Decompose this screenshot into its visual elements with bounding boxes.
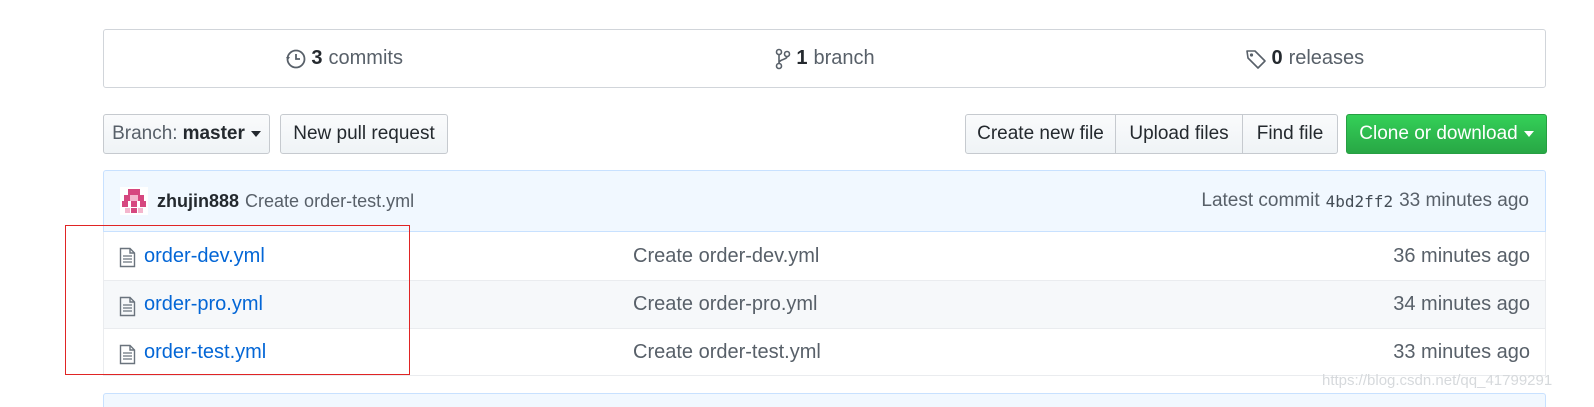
branch-label: branch: [813, 47, 875, 69]
file-age: 33 minutes ago: [1393, 341, 1530, 363]
branches-summary-link[interactable]: 1 branch: [584, 47, 1064, 70]
file-commit-message-link[interactable]: Create order-dev.yml: [633, 245, 819, 268]
caret-down-icon: [250, 131, 261, 137]
releases-label: releases: [1288, 47, 1365, 69]
file-commit-message-link[interactable]: Create order-test.yml: [633, 341, 821, 364]
file-list: order-dev.yml Create order-dev.yml 36 mi…: [103, 232, 1546, 376]
file-row: order-pro.yml Create order-pro.yml 34 mi…: [104, 280, 1545, 328]
find-file-button[interactable]: Find file: [1243, 114, 1338, 154]
file-age: 36 minutes ago: [1393, 244, 1530, 267]
latest-commit-prefix: Latest commit: [1201, 190, 1320, 211]
new-pull-request-button[interactable]: New pull request: [280, 114, 448, 154]
commits-label: commits: [328, 47, 403, 69]
file-row: order-dev.yml Create order-dev.yml 36 mi…: [104, 232, 1545, 280]
commit-sha-link[interactable]: 4bd2ff2: [1326, 192, 1393, 211]
history-icon: [286, 49, 306, 68]
watermark-text: https://blog.csdn.net/qq_41799291: [1322, 372, 1553, 389]
file-name-link[interactable]: order-dev.yml: [144, 245, 265, 268]
file-name-link[interactable]: order-test.yml: [144, 341, 266, 364]
file-age: 34 minutes ago: [1393, 293, 1530, 315]
avatar[interactable]: [120, 187, 148, 215]
file-icon: [119, 296, 136, 317]
commit-message-link[interactable]: Create order-test.yml: [245, 191, 414, 212]
upload-files-button[interactable]: Upload files: [1116, 114, 1243, 154]
branch-label-text: Branch:: [112, 123, 178, 144]
caret-down-icon: [1523, 131, 1534, 137]
tag-icon: [1246, 49, 1267, 69]
clone-or-download-label: Clone or download: [1359, 123, 1518, 144]
commits-count: 3: [311, 47, 323, 69]
readme-header-partial: [103, 393, 1546, 407]
create-new-file-button[interactable]: Create new file: [965, 114, 1116, 154]
latest-commit-bar: zhujin888 Create order-test.yml Latest c…: [103, 170, 1546, 232]
file-row: order-test.yml Create order-test.yml 33 …: [104, 328, 1545, 376]
branch-name: master: [182, 123, 245, 144]
latest-commit-info: Latest commit 4bd2ff2 33 minutes ago: [1201, 190, 1529, 212]
file-actions-group: Create new file Upload files Find file: [965, 114, 1338, 154]
repo-summary-bar: 3 commits 1 branch 0 releases: [103, 29, 1546, 88]
latest-commit-age: 33 minutes ago: [1399, 190, 1529, 211]
file-name-link[interactable]: order-pro.yml: [144, 293, 263, 316]
truncated-link-top: [118, 0, 208, 4]
commits-summary-link[interactable]: 3 commits: [104, 47, 584, 70]
branch-select-button[interactable]: Branch: master: [103, 114, 270, 154]
file-commit-message-link[interactable]: Create order-pro.yml: [633, 293, 818, 316]
commit-author-link[interactable]: zhujin888: [157, 191, 239, 212]
clone-or-download-button[interactable]: Clone or download: [1346, 114, 1547, 154]
branch-count: 1: [796, 47, 808, 69]
repo-page: 3 commits 1 branch 0 releases Branch: ma…: [0, 0, 1594, 407]
file-icon: [119, 344, 136, 365]
releases-count: 0: [1271, 47, 1283, 69]
git-branch-icon: [776, 48, 791, 69]
file-icon: [119, 247, 136, 268]
releases-summary-link[interactable]: 0 releases: [1065, 47, 1545, 70]
